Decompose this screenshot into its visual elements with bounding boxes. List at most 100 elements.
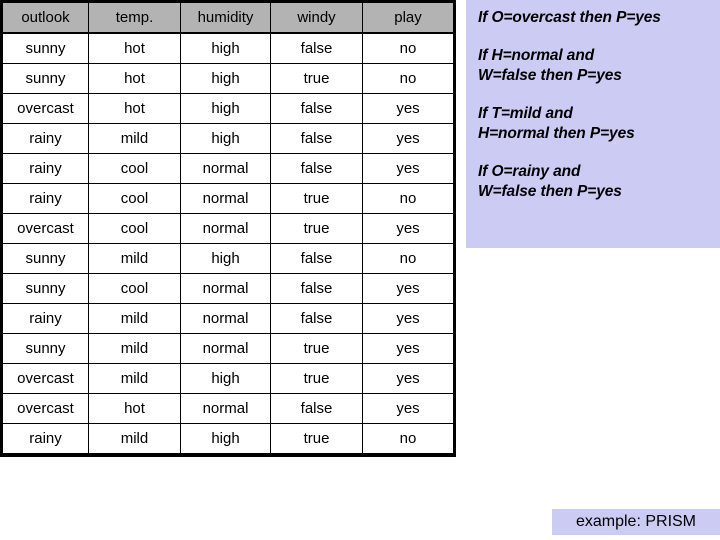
cell-temp: mild: [88, 423, 181, 455]
prism-rules-panel: If O=overcast then P=yes If H=normal and…: [466, 0, 720, 248]
rule-line: W=false then P=yes: [478, 183, 622, 200]
cell-windy: true: [270, 63, 363, 94]
table-row: sunny mild normal true yes: [2, 333, 454, 364]
weather-dataset-table-container: outlook temp. humidity windy play sunny …: [0, 0, 456, 457]
cell-play: yes: [362, 333, 454, 364]
cell-temp: cool: [88, 273, 181, 304]
cell-temp: mild: [88, 363, 181, 394]
cell-play: yes: [362, 273, 454, 304]
cell-outlook: rainy: [2, 153, 89, 184]
column-header-windy: windy: [270, 2, 363, 34]
cell-outlook: rainy: [2, 423, 89, 455]
cell-humidity: high: [180, 63, 271, 94]
table-row: rainy cool normal true no: [2, 183, 454, 214]
cell-temp: mild: [88, 243, 181, 274]
cell-temp: mild: [88, 303, 181, 334]
cell-play: yes: [362, 363, 454, 394]
cell-temp: hot: [88, 32, 181, 64]
cell-windy: true: [270, 213, 363, 244]
cell-windy: false: [270, 273, 363, 304]
cell-outlook: sunny: [2, 32, 89, 64]
cell-play: yes: [362, 153, 454, 184]
cell-humidity: high: [180, 243, 271, 274]
column-header-humidity: humidity: [180, 2, 271, 34]
cell-outlook: rainy: [2, 123, 89, 154]
rule-line: H=normal then P=yes: [478, 125, 635, 142]
cell-outlook: overcast: [2, 93, 89, 124]
rule-item: If O=overcast then P=yes: [478, 8, 714, 28]
cell-windy: false: [270, 32, 363, 64]
cell-outlook: sunny: [2, 63, 89, 94]
cell-humidity: normal: [180, 393, 271, 424]
cell-windy: true: [270, 363, 363, 394]
rule-line: If O=rainy and: [478, 163, 581, 180]
table-body: sunny hot high false no sunny hot high t…: [2, 32, 454, 455]
cell-outlook: overcast: [2, 363, 89, 394]
column-header-outlook: outlook: [2, 2, 89, 34]
table-row: overcast hot normal false yes: [2, 393, 454, 424]
cell-windy: true: [270, 183, 363, 214]
cell-windy: false: [270, 393, 363, 424]
column-header-temp: temp.: [88, 2, 181, 34]
cell-humidity: normal: [180, 273, 271, 304]
cell-windy: true: [270, 333, 363, 364]
cell-play: no: [362, 243, 454, 274]
cell-windy: false: [270, 93, 363, 124]
table-header: outlook temp. humidity windy play: [2, 2, 454, 34]
cell-windy: true: [270, 423, 363, 455]
table-header-row: outlook temp. humidity windy play: [2, 2, 454, 34]
cell-temp: cool: [88, 183, 181, 214]
cell-temp: hot: [88, 93, 181, 124]
cell-humidity: high: [180, 123, 271, 154]
cell-play: yes: [362, 213, 454, 244]
cell-humidity: normal: [180, 183, 271, 214]
cell-humidity: high: [180, 363, 271, 394]
table-row: sunny cool normal false yes: [2, 273, 454, 304]
column-header-play: play: [362, 2, 454, 34]
weather-dataset-table: outlook temp. humidity windy play sunny …: [0, 0, 456, 457]
rule-line: If H=normal and: [478, 47, 595, 64]
cell-play: no: [362, 183, 454, 214]
cell-temp: hot: [88, 63, 181, 94]
cell-play: yes: [362, 93, 454, 124]
cell-temp: mild: [88, 333, 181, 364]
rule-line: If T=mild and: [478, 105, 573, 122]
cell-humidity: high: [180, 32, 271, 64]
rule-line: If O=overcast then P=yes: [478, 9, 661, 26]
table-row: sunny mild high false no: [2, 243, 454, 274]
cell-humidity: high: [180, 423, 271, 455]
cell-windy: false: [270, 303, 363, 334]
cell-humidity: normal: [180, 333, 271, 364]
cell-outlook: sunny: [2, 243, 89, 274]
cell-temp: hot: [88, 393, 181, 424]
cell-play: no: [362, 32, 454, 64]
cell-windy: false: [270, 153, 363, 184]
table-row: rainy mild high false yes: [2, 123, 454, 154]
cell-play: no: [362, 423, 454, 455]
cell-play: yes: [362, 393, 454, 424]
cell-outlook: rainy: [2, 303, 89, 334]
table-row: sunny hot high false no: [2, 32, 454, 64]
table-row: overcast hot high false yes: [2, 93, 454, 124]
cell-temp: cool: [88, 213, 181, 244]
cell-play: yes: [362, 123, 454, 154]
cell-humidity: normal: [180, 213, 271, 244]
cell-play: yes: [362, 303, 454, 334]
rule-item: If T=mild and H=normal then P=yes: [478, 104, 714, 144]
rule-item: If H=normal and W=false then P=yes: [478, 46, 714, 86]
cell-play: no: [362, 63, 454, 94]
cell-outlook: overcast: [2, 393, 89, 424]
cell-outlook: rainy: [2, 183, 89, 214]
rule-item: If O=rainy and W=false then P=yes: [478, 162, 714, 202]
example-caption: example: PRISM: [552, 509, 720, 535]
cell-outlook: overcast: [2, 213, 89, 244]
cell-outlook: sunny: [2, 273, 89, 304]
cell-windy: false: [270, 243, 363, 274]
cell-temp: mild: [88, 123, 181, 154]
table-row: rainy mild normal false yes: [2, 303, 454, 334]
table-row: overcast cool normal true yes: [2, 213, 454, 244]
table-row: rainy cool normal false yes: [2, 153, 454, 184]
cell-outlook: sunny: [2, 333, 89, 364]
table-row: sunny hot high true no: [2, 63, 454, 94]
cell-windy: false: [270, 123, 363, 154]
